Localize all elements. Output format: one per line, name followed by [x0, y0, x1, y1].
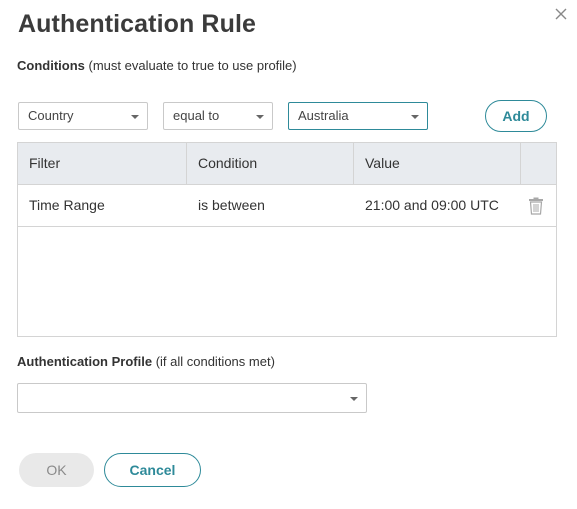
table-header: Filter Condition Value — [18, 143, 556, 185]
authentication-profile-select[interactable] — [17, 383, 367, 413]
close-icon — [555, 8, 567, 20]
value-select[interactable]: Australia — [288, 102, 428, 130]
ok-button[interactable]: OK — [19, 453, 94, 487]
cell-condition: is between — [198, 197, 265, 213]
filter-select[interactable]: Country — [18, 102, 148, 130]
conditions-heading: Conditions (must evaluate to true to use… — [17, 58, 297, 73]
cell-filter: Time Range — [29, 197, 105, 213]
chevron-down-icon — [411, 115, 419, 119]
conditions-hint: (must evaluate to true to use profile) — [88, 58, 297, 73]
column-header-value: Value — [354, 143, 521, 184]
close-button[interactable] — [551, 4, 571, 24]
cell-value: 21:00 and 09:00 UTC — [365, 197, 499, 213]
operator-select-value: equal to — [173, 108, 220, 123]
operator-select[interactable]: equal to — [163, 102, 273, 130]
add-button[interactable]: Add — [485, 100, 547, 132]
trash-icon — [529, 197, 543, 215]
profile-hint: (if all conditions met) — [155, 354, 275, 369]
profile-label: Authentication Profile — [17, 354, 153, 369]
filter-select-value: Country — [28, 108, 74, 123]
dialog-title: Authentication Rule — [18, 10, 257, 38]
chevron-down-icon — [131, 115, 139, 119]
delete-row-button[interactable] — [528, 197, 544, 215]
column-header-actions — [521, 143, 556, 184]
conditions-table: Filter Condition Value Time Range is bet… — [17, 142, 557, 337]
value-select-value: Australia — [298, 108, 349, 123]
cancel-button[interactable]: Cancel — [104, 453, 201, 487]
chevron-down-icon — [256, 115, 264, 119]
table-row[interactable]: Time Range is between 21:00 and 09:00 UT… — [18, 185, 556, 227]
column-header-condition: Condition — [187, 143, 354, 184]
profile-heading: Authentication Profile (if all condition… — [17, 354, 275, 369]
chevron-down-icon — [350, 397, 358, 401]
column-header-filter: Filter — [18, 143, 187, 184]
conditions-label: Conditions — [17, 58, 85, 73]
